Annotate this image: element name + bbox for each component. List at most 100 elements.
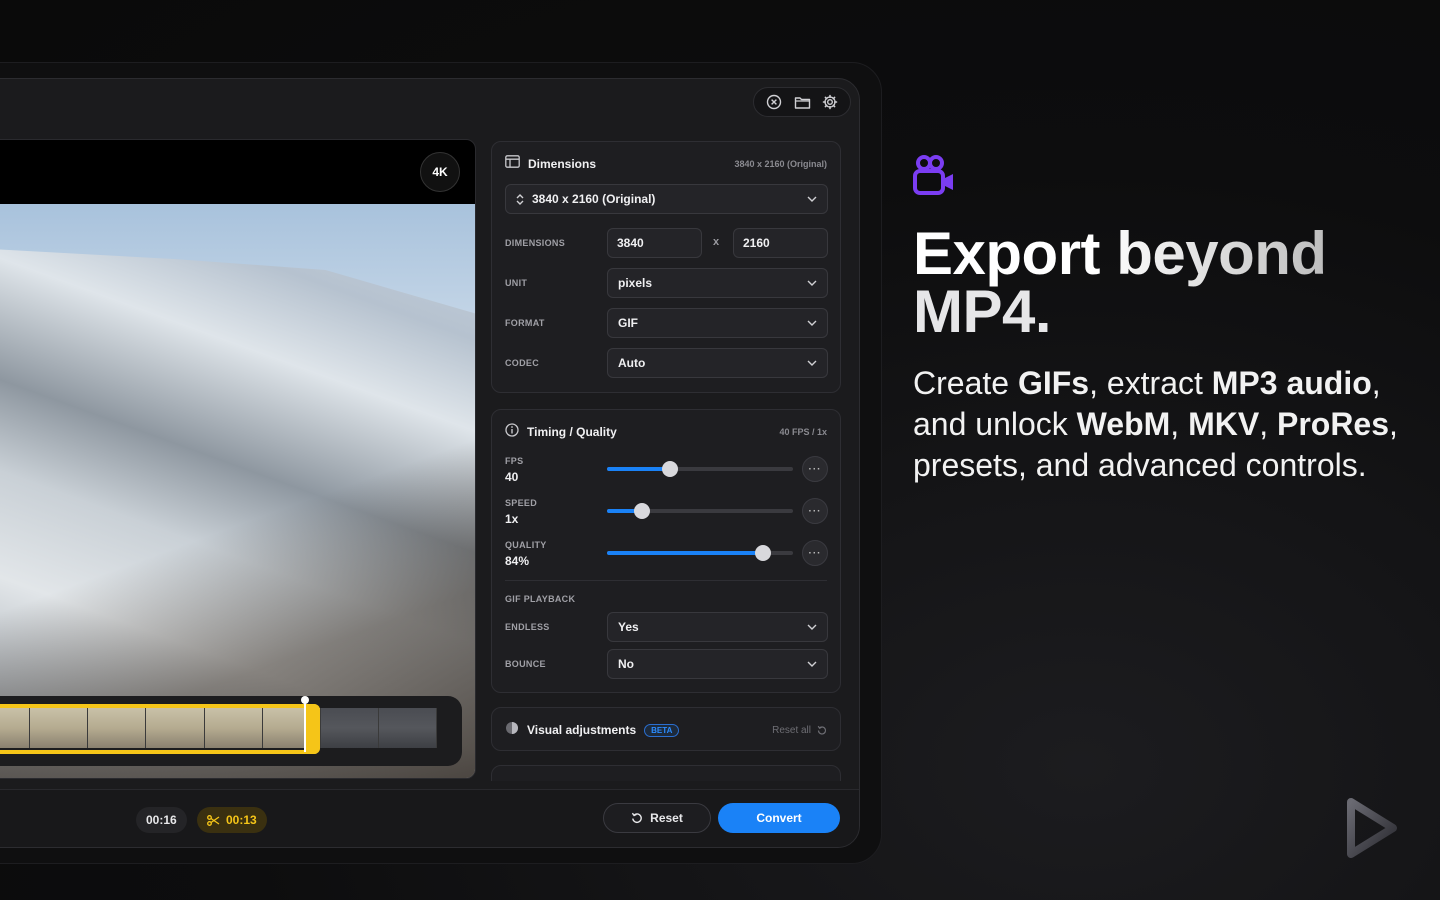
speed-more-button[interactable]: ··· (802, 498, 828, 524)
promo-section: Export beyond MP4. Create GIFs, extract … (913, 155, 1413, 486)
scissors-icon (207, 814, 220, 826)
codec-label: CODEC (505, 358, 540, 368)
visual-adjustments-card[interactable]: Visual adjustments BETA Reset all (491, 707, 841, 751)
quality-more-button[interactable]: ··· (802, 540, 828, 566)
promo-body-highlight: GIFs (1017, 365, 1090, 401)
trimmed-duration-value: 00:13 (226, 813, 257, 827)
codec-value: Auto (618, 356, 646, 370)
bounce-label: BOUNCE (505, 659, 546, 669)
quality-label: QUALITY (505, 540, 547, 550)
video-camera-icon (913, 155, 955, 197)
promo-body-text: , (1170, 406, 1189, 442)
settings-panel: Dimensions 3840 x 2160 (Original) 3840 x… (491, 141, 841, 781)
promo-body-highlight: WebM (1076, 406, 1171, 442)
width-input[interactable]: 3840 (607, 228, 702, 258)
info-icon (505, 422, 519, 442)
reset-all-label: Reset all (772, 724, 811, 736)
chevron-down-icon (807, 318, 817, 328)
dimension-preset-select[interactable]: 3840 x 2160 (Original) (505, 184, 828, 214)
speed-slider-knob[interactable] (634, 503, 651, 519)
fps-slider[interactable] (607, 461, 793, 477)
preview-frame-image (0, 204, 475, 778)
chevron-down-icon (807, 659, 817, 669)
unit-value: pixels (618, 276, 653, 290)
dimension-preset-value: 3840 x 2160 (Original) (532, 192, 656, 206)
promo-body-text: Create (913, 365, 1018, 401)
gear-icon[interactable] (821, 93, 839, 111)
window-toolbar (753, 87, 851, 117)
trim-range[interactable] (0, 704, 320, 754)
trimmed-duration-pill: 00:13 (197, 807, 267, 833)
speed-slider[interactable] (607, 503, 793, 519)
dimensions-meta: 3840 x 2160 (Original) (734, 159, 827, 169)
collapsed-card[interactable] (491, 765, 841, 781)
visual-adjustments-title: Visual adjustments (527, 723, 637, 737)
timeline-filmstrip[interactable] (0, 696, 462, 766)
quality-slider[interactable] (607, 545, 793, 561)
codec-select[interactable]: Auto (607, 348, 828, 378)
video-preview[interactable]: 4K (0, 139, 476, 779)
fps-slider-fill (607, 467, 671, 471)
chevron-down-icon (807, 278, 817, 288)
fps-value: 40 (505, 470, 519, 484)
bounce-select[interactable]: No (607, 649, 828, 679)
app-window: 4K Dimensions 3840 x 2160 (Original) 384… (0, 78, 860, 848)
promo-body-highlight: ProRes (1276, 406, 1390, 442)
timeline-frame (378, 708, 437, 748)
unit-select[interactable]: pixels (607, 268, 828, 298)
bottom-bar: 00:16 00:13 Reset Convert (0, 789, 859, 847)
playhead[interactable] (301, 696, 309, 752)
bounce-value: No (618, 657, 634, 671)
timing-title: Timing / Quality (527, 425, 617, 439)
promo-headline: Export beyond MP4. (913, 224, 1413, 342)
layout-icon (505, 155, 520, 173)
app-logo-icon (1345, 798, 1399, 858)
headline-line-2: MP4. (913, 278, 1052, 345)
timing-quality-card: Timing / Quality 40 FPS / 1x FPS 40 ··· … (491, 409, 841, 693)
duration-pill: 00:16 (136, 807, 187, 833)
quality-value: 84% (505, 554, 530, 568)
timeline-frame (320, 708, 379, 748)
folder-icon[interactable] (793, 93, 811, 111)
reset-label: Reset (650, 811, 683, 825)
chevron-down-icon (807, 358, 817, 368)
dimensions-label: DIMENSIONS (505, 238, 566, 248)
chevron-down-icon (807, 622, 817, 632)
promo-body-text: , (1259, 406, 1277, 442)
dimensions-title: Dimensions (528, 157, 597, 171)
chevron-updown-icon (516, 193, 524, 205)
timing-divider (505, 580, 827, 581)
chevron-down-icon (807, 194, 817, 204)
close-circle-icon[interactable] (765, 93, 783, 111)
promo-body: Create GIFs, extract MP3 audio, and unlo… (913, 363, 1413, 486)
endless-value: Yes (618, 620, 639, 634)
timing-header: Timing / Quality 40 FPS / 1x (505, 422, 827, 442)
format-select[interactable]: GIF (607, 308, 828, 338)
height-input[interactable]: 2160 (733, 228, 828, 258)
trim-end-handle[interactable] (306, 704, 320, 754)
speed-value: 1x (505, 512, 519, 526)
promo-body-text: , extract (1089, 365, 1212, 401)
quality-slider-fill (607, 551, 764, 555)
undo-icon (817, 725, 827, 735)
reset-button[interactable]: Reset (603, 803, 711, 833)
gif-playback-label: GIF PLAYBACK (505, 594, 576, 604)
dimensions-card: Dimensions 3840 x 2160 (Original) 3840 x… (491, 141, 841, 393)
fps-slider-knob[interactable] (662, 461, 679, 477)
speed-label: SPEED (505, 498, 538, 508)
undo-icon (631, 812, 643, 824)
fps-more-button[interactable]: ··· (802, 456, 828, 482)
fps-label: FPS (505, 456, 524, 466)
quality-slider-knob[interactable] (755, 545, 772, 561)
convert-button[interactable]: Convert (718, 803, 840, 833)
promo-body-highlight: MP3 audio (1211, 365, 1372, 401)
unit-label: UNIT (505, 278, 528, 288)
endless-label: ENDLESS (505, 622, 550, 632)
reset-all-link[interactable]: Reset all (772, 725, 827, 736)
dimensions-times: x (713, 236, 720, 248)
palette-icon (505, 721, 519, 740)
beta-badge: BETA (644, 723, 680, 737)
visual-adjustments-header: Visual adjustments BETA Reset all (505, 721, 827, 739)
promo-body-highlight: MKV (1188, 406, 1260, 442)
endless-select[interactable]: Yes (607, 612, 828, 642)
